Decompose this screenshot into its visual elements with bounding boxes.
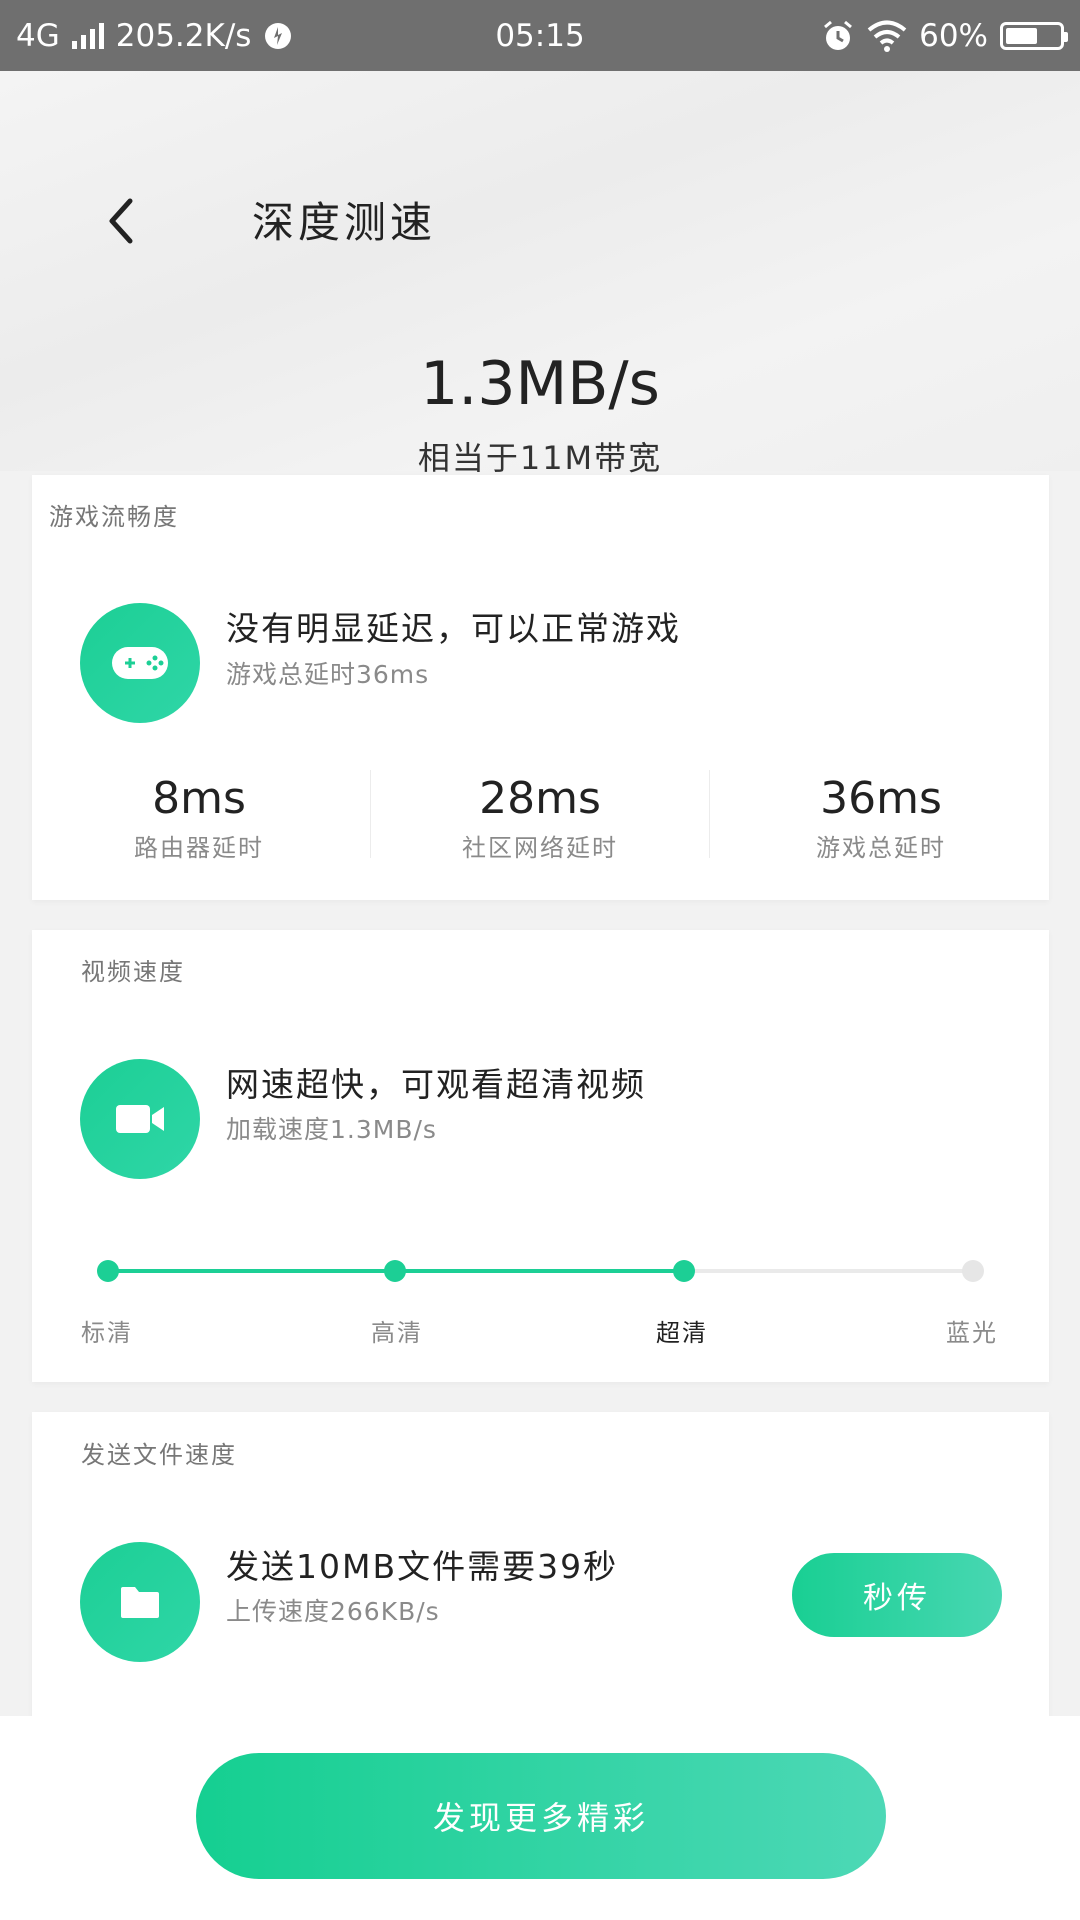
quality-label-uhd: 超清 — [656, 1319, 708, 1347]
header: 深度测速 1.3MB/s 相当于11M带宽 — [0, 71, 1080, 477]
community-latency-stat: 28ms 社区网络延时 — [375, 773, 705, 863]
app-notification-icon — [265, 22, 292, 49]
back-button[interactable] — [100, 191, 150, 251]
game-total-latency-stat: 36ms 游戏总延时 — [716, 773, 1046, 863]
stat-label: 路由器延时 — [134, 834, 264, 862]
signal-icon — [71, 22, 104, 49]
network-speed: 205.2K/s — [115, 17, 252, 54]
router-latency-stat: 8ms 路由器延时 — [34, 773, 364, 863]
wifi-icon — [867, 20, 907, 52]
quality-label-sd: 标清 — [81, 1319, 133, 1347]
stat-label: 社区网络延时 — [462, 834, 618, 862]
battery-level — [1006, 27, 1038, 44]
divider — [709, 770, 710, 858]
instant-send-button[interactable]: 秒传 — [792, 1553, 1002, 1637]
quality-label-bluray: 蓝光 — [946, 1319, 998, 1347]
stat-value: 36ms — [820, 773, 942, 824]
file-message: 发送10MB文件需要39秒 — [226, 1547, 619, 1586]
alarm-icon — [824, 20, 853, 50]
bandwidth-description: 相当于11M带宽 — [417, 439, 663, 477]
video-camera-icon — [116, 1105, 164, 1133]
chevron-left-icon — [109, 198, 133, 244]
page-title: 深度测速 — [252, 198, 437, 247]
video-card-title: 视频速度 — [81, 958, 185, 986]
divider — [370, 770, 371, 858]
stat-value: 8ms — [152, 773, 246, 824]
game-message: 没有明显延迟，可以正常游戏 — [226, 609, 681, 648]
game-latency-summary: 游戏总延时36ms — [226, 660, 430, 689]
game-icon-badge — [80, 603, 200, 723]
stat-value: 28ms — [479, 773, 601, 824]
upload-speed: 上传速度266KB/s — [226, 1597, 440, 1626]
quality-dot-bluray — [962, 1260, 984, 1282]
quality-dot-hd — [384, 1260, 406, 1282]
speed-value: 1.3MB/s — [420, 349, 660, 419]
gamepad-icon — [112, 647, 168, 679]
video-load-speed: 加载速度1.3MB/s — [226, 1115, 437, 1144]
quality-dot-uhd — [673, 1260, 695, 1282]
video-icon-badge — [80, 1059, 200, 1179]
video-message: 网速超快，可观看超清视频 — [226, 1065, 646, 1104]
status-right: 60% — [821, 17, 1068, 54]
file-icon-badge — [80, 1542, 200, 1662]
battery-percent: 60% — [919, 17, 988, 54]
folder-icon — [121, 1587, 159, 1618]
status-left: 4G 205.2K/s — [16, 18, 293, 54]
discover-more-button[interactable]: 发现更多精彩 — [196, 1753, 886, 1879]
network-type: 4G — [16, 17, 60, 54]
status-bar: 4G 205.2K/s 05:15 60% — [0, 0, 1080, 71]
quality-label-hd: 高清 — [371, 1319, 423, 1347]
battery-icon — [1000, 21, 1068, 50]
file-card-title: 发送文件速度 — [81, 1441, 237, 1469]
stat-label: 游戏总延时 — [816, 834, 946, 862]
quality-dot-sd — [97, 1260, 119, 1282]
game-card-title: 游戏流畅度 — [49, 503, 179, 531]
